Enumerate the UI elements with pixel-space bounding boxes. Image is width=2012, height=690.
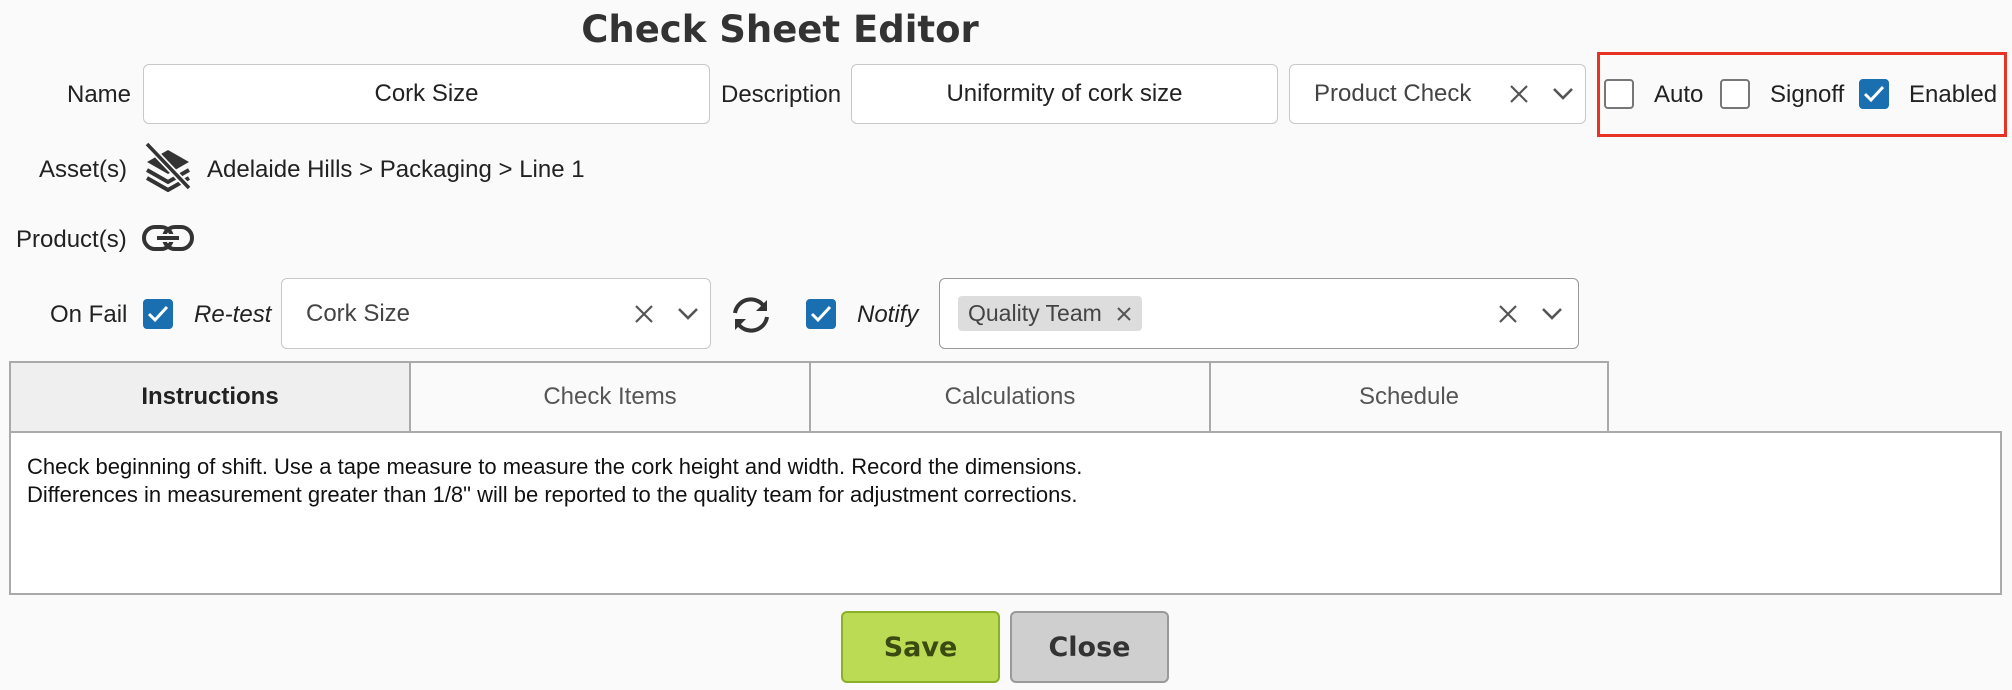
check-icon	[147, 305, 169, 323]
notify-tag: Quality Team	[958, 296, 1142, 331]
notify-tags: Quality Team	[940, 296, 1486, 331]
check-type-select[interactable]: Product Check	[1289, 64, 1586, 124]
notify-checkbox[interactable]	[806, 299, 836, 329]
dialog-title: Check Sheet Editor	[581, 8, 979, 51]
notify-tag-label: Quality Team	[968, 300, 1102, 326]
description-field[interactable]: Uniformity of cork size	[851, 64, 1278, 124]
name-field[interactable]: Cork Size	[143, 64, 710, 124]
notify-select[interactable]: Quality Team	[939, 278, 1579, 349]
chevron-down-icon[interactable]	[666, 279, 710, 348]
tab-bar: Instructions Check Items Calculations Sc…	[9, 361, 1609, 433]
products-label: Product(s)	[16, 226, 127, 253]
assets-value: Adelaide Hills > Packaging > Line 1	[207, 156, 585, 183]
clear-icon[interactable]	[1486, 279, 1530, 348]
unlink-layers-icon[interactable]	[141, 140, 195, 193]
instructions-line-1: Check beginning of shift. Use a tape mea…	[27, 454, 1083, 479]
clear-icon[interactable]	[622, 279, 666, 348]
description-label: Description	[721, 81, 842, 108]
assets-label: Asset(s)	[39, 156, 128, 183]
tab-schedule[interactable]: Schedule	[1209, 361, 1609, 433]
retest-value: Cork Size	[306, 299, 411, 327]
instructions-line-2: Differences in measurement greater than …	[27, 482, 1078, 507]
tab-check-items[interactable]: Check Items	[409, 361, 809, 433]
onfail-checkbox[interactable]	[143, 299, 173, 329]
tab-instructions[interactable]: Instructions	[9, 361, 409, 433]
retest-select[interactable]: Cork Size	[281, 278, 711, 349]
retest-label: Re-test	[194, 301, 272, 328]
name-field-value: Cork Size	[374, 80, 479, 107]
tab-calculations[interactable]: Calculations	[809, 361, 1209, 433]
chevron-down-icon[interactable]	[1530, 279, 1574, 348]
link-icon[interactable]	[141, 222, 195, 254]
check-type-value: Product Check	[1314, 80, 1472, 107]
clear-icon[interactable]	[1497, 65, 1541, 123]
chevron-down-icon[interactable]	[1541, 65, 1585, 123]
description-field-value: Uniformity of cork size	[946, 80, 1183, 107]
instructions-textarea[interactable]: Check beginning of shift. Use a tape mea…	[9, 431, 2002, 595]
highlight-box	[1597, 52, 2007, 137]
name-label: Name	[67, 81, 132, 108]
check-icon	[810, 305, 832, 323]
remove-tag-icon[interactable]	[1116, 306, 1132, 322]
save-button[interactable]: Save	[841, 611, 1000, 683]
onfail-label: On Fail	[50, 301, 128, 328]
refresh-icon[interactable]	[728, 296, 774, 334]
close-button[interactable]: Close	[1010, 611, 1169, 683]
notify-label: Notify	[857, 301, 919, 328]
